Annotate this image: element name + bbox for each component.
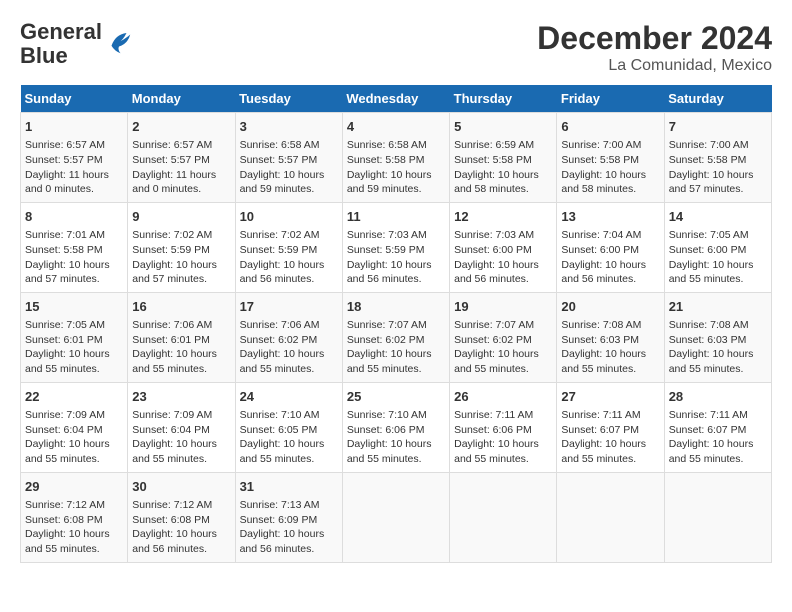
calendar-cell: 7Sunrise: 7:00 AMSunset: 5:58 PMDaylight… xyxy=(664,113,771,203)
logo: General Blue xyxy=(20,20,134,68)
logo-bird-icon xyxy=(104,27,134,57)
calendar-cell: 26Sunrise: 7:11 AMSunset: 6:06 PMDayligh… xyxy=(450,382,557,472)
day-number: 4 xyxy=(347,118,445,136)
calendar-body: 1Sunrise: 6:57 AMSunset: 5:57 PMDaylight… xyxy=(21,113,772,563)
day-number: 9 xyxy=(132,208,230,226)
calendar-cell: 3Sunrise: 6:58 AMSunset: 5:57 PMDaylight… xyxy=(235,113,342,203)
calendar-cell: 28Sunrise: 7:11 AMSunset: 6:07 PMDayligh… xyxy=(664,382,771,472)
day-number: 23 xyxy=(132,388,230,406)
calendar-row: 8Sunrise: 7:01 AMSunset: 5:58 PMDaylight… xyxy=(21,202,772,292)
calendar-cell: 9Sunrise: 7:02 AMSunset: 5:59 PMDaylight… xyxy=(128,202,235,292)
calendar-cell xyxy=(450,472,557,562)
day-number: 24 xyxy=(240,388,338,406)
day-number: 16 xyxy=(132,298,230,316)
header-row: Sunday Monday Tuesday Wednesday Thursday… xyxy=(21,85,772,113)
calendar-cell: 19Sunrise: 7:07 AMSunset: 6:02 PMDayligh… xyxy=(450,292,557,382)
calendar-row: 22Sunrise: 7:09 AMSunset: 6:04 PMDayligh… xyxy=(21,382,772,472)
calendar-cell: 11Sunrise: 7:03 AMSunset: 5:59 PMDayligh… xyxy=(342,202,449,292)
calendar-row: 29Sunrise: 7:12 AMSunset: 6:08 PMDayligh… xyxy=(21,472,772,562)
calendar-cell: 13Sunrise: 7:04 AMSunset: 6:00 PMDayligh… xyxy=(557,202,664,292)
logo-text: General Blue xyxy=(20,20,102,68)
day-number: 14 xyxy=(669,208,767,226)
day-number: 19 xyxy=(454,298,552,316)
calendar-cell xyxy=(664,472,771,562)
day-number: 30 xyxy=(132,478,230,496)
calendar-header: Sunday Monday Tuesday Wednesday Thursday… xyxy=(21,85,772,113)
calendar-cell: 24Sunrise: 7:10 AMSunset: 6:05 PMDayligh… xyxy=(235,382,342,472)
day-number: 11 xyxy=(347,208,445,226)
col-wednesday: Wednesday xyxy=(342,85,449,113)
calendar-cell: 22Sunrise: 7:09 AMSunset: 6:04 PMDayligh… xyxy=(21,382,128,472)
logo-line2: Blue xyxy=(20,44,102,68)
calendar-cell: 8Sunrise: 7:01 AMSunset: 5:58 PMDaylight… xyxy=(21,202,128,292)
day-number: 21 xyxy=(669,298,767,316)
day-number: 27 xyxy=(561,388,659,406)
day-number: 3 xyxy=(240,118,338,136)
calendar-cell: 10Sunrise: 7:02 AMSunset: 5:59 PMDayligh… xyxy=(235,202,342,292)
calendar-cell: 17Sunrise: 7:06 AMSunset: 6:02 PMDayligh… xyxy=(235,292,342,382)
day-number: 18 xyxy=(347,298,445,316)
day-number: 5 xyxy=(454,118,552,136)
calendar-cell: 20Sunrise: 7:08 AMSunset: 6:03 PMDayligh… xyxy=(557,292,664,382)
day-number: 13 xyxy=(561,208,659,226)
day-number: 17 xyxy=(240,298,338,316)
calendar-cell: 18Sunrise: 7:07 AMSunset: 6:02 PMDayligh… xyxy=(342,292,449,382)
calendar-cell: 29Sunrise: 7:12 AMSunset: 6:08 PMDayligh… xyxy=(21,472,128,562)
day-number: 29 xyxy=(25,478,123,496)
page-subtitle: La Comunidad, Mexico xyxy=(537,57,772,75)
day-number: 12 xyxy=(454,208,552,226)
day-number: 25 xyxy=(347,388,445,406)
calendar-cell: 25Sunrise: 7:10 AMSunset: 6:06 PMDayligh… xyxy=(342,382,449,472)
col-thursday: Thursday xyxy=(450,85,557,113)
calendar-cell: 5Sunrise: 6:59 AMSunset: 5:58 PMDaylight… xyxy=(450,113,557,203)
col-monday: Monday xyxy=(128,85,235,113)
calendar-cell: 31Sunrise: 7:13 AMSunset: 6:09 PMDayligh… xyxy=(235,472,342,562)
day-number: 22 xyxy=(25,388,123,406)
day-number: 8 xyxy=(25,208,123,226)
page-header: General Blue December 2024 La Comunidad,… xyxy=(20,20,772,75)
calendar-cell: 12Sunrise: 7:03 AMSunset: 6:00 PMDayligh… xyxy=(450,202,557,292)
calendar-cell: 1Sunrise: 6:57 AMSunset: 5:57 PMDaylight… xyxy=(21,113,128,203)
day-number: 2 xyxy=(132,118,230,136)
col-saturday: Saturday xyxy=(664,85,771,113)
calendar-cell: 15Sunrise: 7:05 AMSunset: 6:01 PMDayligh… xyxy=(21,292,128,382)
calendar-cell: 23Sunrise: 7:09 AMSunset: 6:04 PMDayligh… xyxy=(128,382,235,472)
calendar-cell: 30Sunrise: 7:12 AMSunset: 6:08 PMDayligh… xyxy=(128,472,235,562)
day-number: 1 xyxy=(25,118,123,136)
calendar-row: 1Sunrise: 6:57 AMSunset: 5:57 PMDaylight… xyxy=(21,113,772,203)
day-number: 28 xyxy=(669,388,767,406)
calendar-cell: 21Sunrise: 7:08 AMSunset: 6:03 PMDayligh… xyxy=(664,292,771,382)
col-sunday: Sunday xyxy=(21,85,128,113)
col-friday: Friday xyxy=(557,85,664,113)
day-number: 10 xyxy=(240,208,338,226)
calendar-table: Sunday Monday Tuesday Wednesday Thursday… xyxy=(20,85,772,563)
calendar-cell: 6Sunrise: 7:00 AMSunset: 5:58 PMDaylight… xyxy=(557,113,664,203)
title-block: December 2024 La Comunidad, Mexico xyxy=(537,20,772,75)
day-number: 15 xyxy=(25,298,123,316)
page-title: December 2024 xyxy=(537,20,772,57)
day-number: 26 xyxy=(454,388,552,406)
calendar-row: 15Sunrise: 7:05 AMSunset: 6:01 PMDayligh… xyxy=(21,292,772,382)
day-number: 7 xyxy=(669,118,767,136)
calendar-cell: 14Sunrise: 7:05 AMSunset: 6:00 PMDayligh… xyxy=(664,202,771,292)
calendar-cell: 2Sunrise: 6:57 AMSunset: 5:57 PMDaylight… xyxy=(128,113,235,203)
calendar-cell: 27Sunrise: 7:11 AMSunset: 6:07 PMDayligh… xyxy=(557,382,664,472)
calendar-cell: 16Sunrise: 7:06 AMSunset: 6:01 PMDayligh… xyxy=(128,292,235,382)
col-tuesday: Tuesday xyxy=(235,85,342,113)
calendar-cell: 4Sunrise: 6:58 AMSunset: 5:58 PMDaylight… xyxy=(342,113,449,203)
calendar-cell xyxy=(557,472,664,562)
calendar-cell xyxy=(342,472,449,562)
logo-line1: General xyxy=(20,20,102,44)
day-number: 31 xyxy=(240,478,338,496)
day-number: 6 xyxy=(561,118,659,136)
day-number: 20 xyxy=(561,298,659,316)
